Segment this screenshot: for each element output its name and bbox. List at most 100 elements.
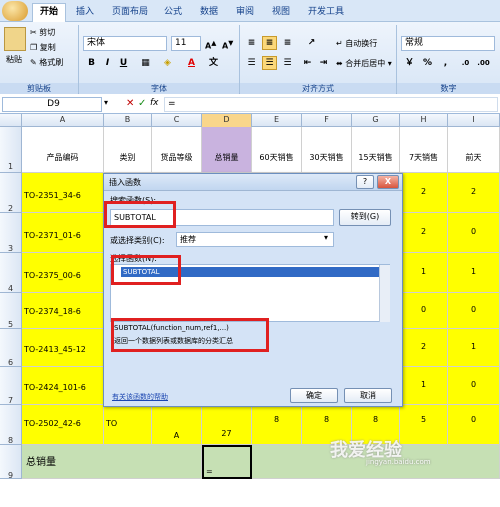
table-header-cell[interactable]: 类别: [104, 127, 152, 173]
column-header[interactable]: G: [352, 114, 400, 127]
column-header[interactable]: I: [448, 114, 500, 127]
table-cell[interactable]: TO-2502_42-6: [22, 405, 104, 445]
chevron-down-icon[interactable]: ▾: [324, 233, 328, 242]
row-header[interactable]: 3: [0, 213, 22, 253]
increase-decimal-icon[interactable]: .0: [458, 56, 473, 70]
font-size-select[interactable]: 11: [171, 36, 201, 51]
copy-button[interactable]: ❐ 复制: [30, 42, 56, 54]
office-button[interactable]: [2, 1, 28, 21]
indent-decrease-icon[interactable]: ⇤: [300, 56, 315, 70]
align-center-icon[interactable]: ☰: [262, 56, 277, 70]
orientation-icon[interactable]: ↗: [304, 36, 319, 50]
decrease-decimal-icon[interactable]: .00: [476, 56, 491, 70]
dialog-help-button[interactable]: ?: [356, 175, 374, 189]
percent-button[interactable]: %: [420, 56, 435, 70]
table-cell[interactable]: 0: [448, 367, 500, 405]
align-left-icon[interactable]: ☰: [244, 56, 259, 70]
tab-home[interactable]: 开始: [32, 3, 66, 23]
insert-function-button[interactable]: fx: [150, 98, 159, 108]
category-select[interactable]: 推荐: [176, 232, 334, 247]
table-header-cell[interactable]: 货品等级: [152, 127, 202, 173]
table-cell[interactable]: 1: [400, 253, 448, 293]
table-header-cell[interactable]: 60天销售: [252, 127, 302, 173]
enter-icon[interactable]: ✓: [138, 98, 146, 109]
table-cell[interactable]: TO: [104, 405, 152, 445]
align-bottom-icon[interactable]: ≡: [280, 36, 295, 50]
help-link[interactable]: 有关该函数的帮助: [112, 392, 168, 402]
number-format-select[interactable]: 常规: [401, 36, 495, 51]
column-header[interactable]: B: [104, 114, 152, 127]
paste-icon[interactable]: [4, 27, 26, 51]
column-header[interactable]: D: [202, 114, 252, 127]
row-header[interactable]: 4: [0, 253, 22, 293]
table-cell[interactable]: 0: [448, 213, 500, 253]
row-header[interactable]: 9: [0, 445, 22, 480]
table-cell[interactable]: TO-2351_34-6: [22, 173, 104, 213]
column-header[interactable]: A: [22, 114, 104, 127]
row-header[interactable]: 1: [0, 127, 22, 173]
goto-button[interactable]: 转到(G): [339, 209, 391, 226]
table-cell[interactable]: 0: [448, 405, 500, 445]
cancel-icon[interactable]: ✕: [126, 98, 134, 109]
table-cell[interactable]: A: [152, 405, 202, 445]
italic-button[interactable]: I: [100, 56, 115, 70]
table-cell[interactable]: 0: [400, 293, 448, 329]
table-cell[interactable]: 2: [448, 173, 500, 213]
table-cell[interactable]: 5: [400, 405, 448, 445]
table-cell[interactable]: TO-2375_00-6: [22, 253, 104, 293]
table-header-cell[interactable]: 30天销售: [302, 127, 352, 173]
table-header-cell[interactable]: 15天销售: [352, 127, 400, 173]
column-header[interactable]: H: [400, 114, 448, 127]
table-header-cell[interactable]: 前天: [448, 127, 500, 173]
table-cell[interactable]: 2: [400, 173, 448, 213]
tab-developer[interactable]: 开发工具: [302, 4, 350, 22]
row-header[interactable]: 8: [0, 405, 22, 445]
tab-page-layout[interactable]: 页面布局: [104, 4, 156, 22]
format-painter-button[interactable]: ✎ 格式刷: [30, 57, 63, 69]
comma-button[interactable]: ,: [438, 56, 453, 70]
table-header-cell[interactable]: 总销量: [202, 127, 252, 173]
active-cell[interactable]: =: [202, 445, 252, 479]
list-scrollbar[interactable]: [379, 265, 390, 322]
table-cell[interactable]: 27: [202, 405, 252, 445]
fill-color-icon[interactable]: ◈: [160, 56, 175, 70]
align-middle-icon[interactable]: ≡: [262, 36, 277, 50]
dialog-close-button[interactable]: X: [377, 175, 399, 189]
cut-button[interactable]: ✂ 剪切: [30, 27, 55, 39]
align-top-icon[interactable]: ≡: [244, 36, 259, 50]
paste-button[interactable]: 粘贴: [6, 54, 22, 66]
bold-button[interactable]: B: [84, 56, 99, 70]
table-cell[interactable]: 1: [400, 367, 448, 405]
formula-input[interactable]: =: [164, 97, 498, 112]
total-label-cell[interactable]: 总销量: [22, 445, 202, 479]
table-cell[interactable]: 1: [448, 253, 500, 293]
table-header-cell[interactable]: 7天销售: [400, 127, 448, 173]
table-cell[interactable]: 2: [400, 213, 448, 253]
table-cell[interactable]: 8: [252, 405, 302, 445]
tab-data[interactable]: 数据: [194, 4, 224, 22]
shrink-font-icon[interactable]: A▼: [222, 37, 233, 53]
font-name-select[interactable]: 宋体: [83, 36, 167, 51]
grow-font-icon[interactable]: A▲: [205, 37, 216, 53]
row-header[interactable]: 7: [0, 367, 22, 405]
table-cell[interactable]: 2: [400, 329, 448, 367]
table-cell[interactable]: 0: [448, 293, 500, 329]
table-header-cell[interactable]: 产品编码: [22, 127, 104, 173]
row-header[interactable]: 2: [0, 173, 22, 213]
table-cell[interactable]: TO-2371_01-6: [22, 213, 104, 253]
row-header[interactable]: 5: [0, 293, 22, 329]
column-header[interactable]: C: [152, 114, 202, 127]
merge-center-button[interactable]: ⬌ 合并后居中 ▾: [336, 58, 392, 70]
table-cell[interactable]: 1: [448, 329, 500, 367]
currency-icon[interactable]: ￥: [402, 56, 417, 70]
phonetic-icon[interactable]: 文: [206, 56, 221, 70]
indent-increase-icon[interactable]: ⇥: [316, 56, 331, 70]
tab-insert[interactable]: 插入: [70, 4, 100, 22]
font-color-icon[interactable]: A: [184, 56, 199, 70]
underline-button[interactable]: U: [116, 56, 131, 70]
align-right-icon[interactable]: ☰: [280, 56, 295, 70]
table-cell[interactable]: TO-2374_18-6: [22, 293, 104, 329]
column-header[interactable]: F: [302, 114, 352, 127]
column-header[interactable]: E: [252, 114, 302, 127]
name-box-dropdown-icon[interactable]: ▾: [104, 98, 108, 107]
